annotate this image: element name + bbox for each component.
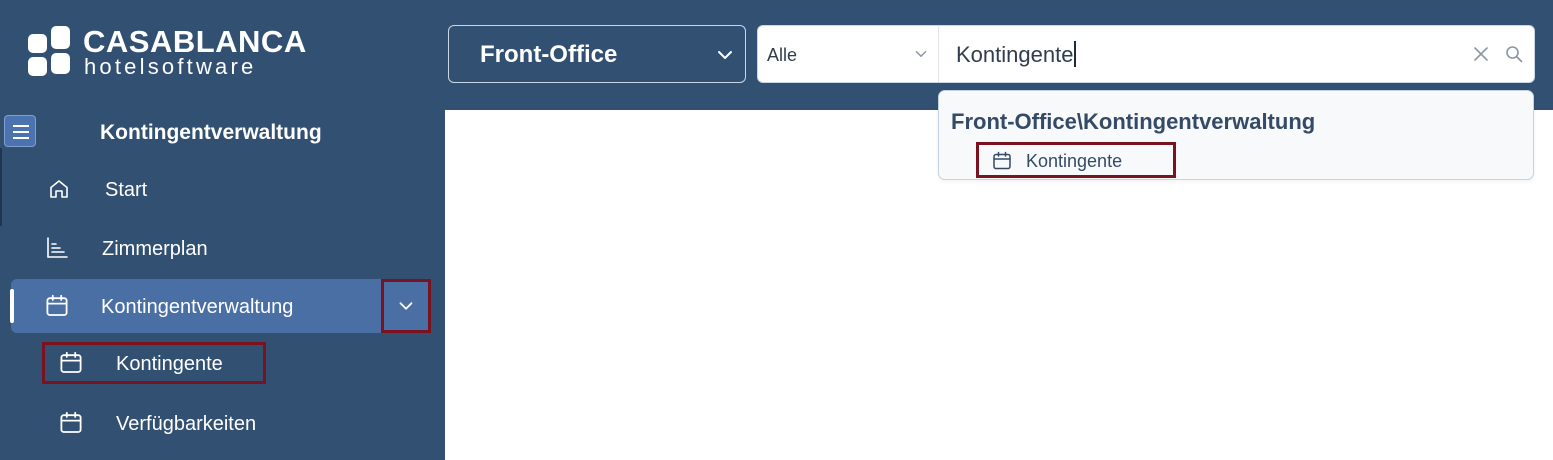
hamburger-icon-line (13, 131, 29, 133)
global-search: Alle Kontingente (757, 25, 1535, 83)
sidebar-subitem-label: Verfügbarkeiten (116, 413, 257, 435)
search-input[interactable]: Kontingente (956, 41, 1077, 68)
chevron-down-icon (915, 51, 927, 57)
sidebar-item-label: Start (105, 179, 148, 201)
search-input-value: Kontingente (956, 42, 1074, 67)
home-icon (50, 180, 68, 198)
sidebar-item-label: Kontingentverwaltung (101, 296, 294, 318)
active-indicator (10, 289, 14, 323)
sidebar-item-start[interactable]: Start (11, 162, 383, 216)
hamburger-icon (13, 125, 29, 127)
suggestion-group-label: Front-Office\Kontingentverwaltung (951, 109, 1316, 134)
search-filter-select[interactable]: Alle (758, 26, 939, 82)
menu-toggle-button[interactable] (4, 115, 36, 147)
page-title: Kontingentverwaltung (100, 121, 322, 144)
calendar-icon (60, 411, 82, 433)
sidebar-item-label: Zimmerplan (102, 238, 208, 260)
sidebar-subitem-verfuegbarkeiten[interactable]: Verfügbarkeiten (40, 396, 380, 450)
chart-icon (47, 237, 68, 258)
expand-submenu-button[interactable] (381, 279, 431, 333)
close-icon[interactable] (1473, 46, 1489, 62)
logo-subtitle: hotelsoftware (84, 54, 257, 79)
highlight-box (42, 342, 266, 384)
search-suggestions: Front-Office\Kontingentverwaltung Kontin… (938, 90, 1534, 180)
hamburger-icon-line (13, 137, 29, 139)
calendar-icon (46, 294, 68, 316)
sidebar-item-zimmerplan[interactable]: Zimmerplan (11, 221, 383, 275)
sidebar-item-kontingentverwaltung[interactable]: Kontingentverwaltung (11, 279, 383, 333)
chevron-down-icon (399, 302, 413, 310)
module-select-value: Front-Office (480, 41, 618, 68)
calendar-icon (993, 151, 1011, 170)
module-select[interactable]: Front-Office (448, 25, 746, 83)
sidebar-edge (0, 148, 2, 226)
suggestion-item-kontingente[interactable]: Kontingente (976, 142, 1176, 178)
chevron-down-icon (718, 51, 732, 59)
logo-mark-icon (28, 26, 72, 76)
search-icon[interactable] (1505, 45, 1523, 63)
search-filter-value: Alle (767, 45, 798, 65)
suggestion-item-label: Kontingente (1026, 151, 1123, 171)
text-cursor (1074, 41, 1077, 67)
